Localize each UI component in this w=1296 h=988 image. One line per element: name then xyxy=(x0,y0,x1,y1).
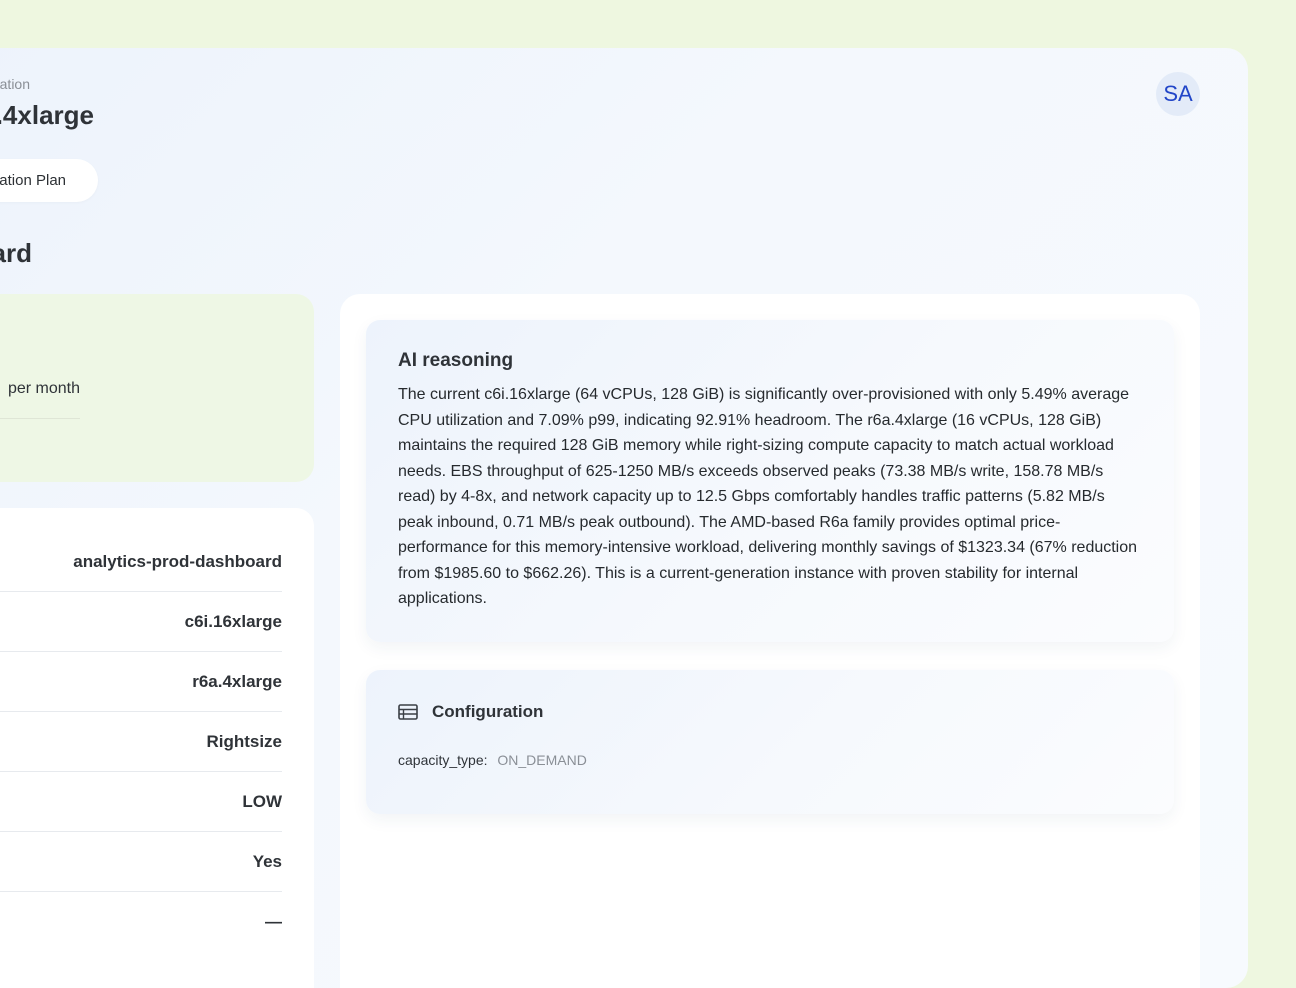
detail-row-current-instance: c6i.16xlarge xyxy=(0,592,282,652)
detail-value: Rightsize xyxy=(206,731,282,751)
detail-value: analytics-prod-dashboard xyxy=(73,551,282,571)
ai-reasoning-title: AI reasoning xyxy=(398,350,514,371)
savings-card: per month xyxy=(0,294,314,482)
detail-row-empty: — xyxy=(0,892,282,952)
detail-value: c6i.16xlarge xyxy=(184,611,282,631)
configuration-row: capacity_type: ON_DEMAND xyxy=(398,752,587,768)
savings-divider xyxy=(0,418,80,419)
configuration-card: Configuration capacity_type: ON_DEMAND xyxy=(366,670,1174,814)
detail-row-recommended-instance: r6a.4xlarge xyxy=(0,652,282,712)
main-window: ation .4xlarge ation Plan SA ard per mon… xyxy=(0,48,1248,988)
configuration-title: Configuration xyxy=(432,702,544,721)
ai-reasoning-card: AI reasoning The current c6i.16xlarge (6… xyxy=(366,320,1174,642)
configuration-header: Configuration xyxy=(398,702,543,722)
detail-value: LOW xyxy=(242,791,282,811)
config-value: ON_DEMAND xyxy=(497,752,587,768)
implementation-plan-button[interactable]: ation Plan xyxy=(0,159,98,202)
right-panel: AI reasoning The current c6i.16xlarge (6… xyxy=(340,294,1200,988)
savings-period-text: per month xyxy=(7,380,80,397)
config-key: capacity_type: xyxy=(398,752,488,768)
breadcrumb[interactable]: ation xyxy=(0,76,30,92)
detail-value: — xyxy=(265,912,282,931)
section-title: ard xyxy=(0,238,32,268)
page-title: .4xlarge xyxy=(0,100,94,130)
detail-row-flag: Yes xyxy=(0,832,282,892)
ai-reasoning-body: The current c6i.16xlarge (64 vCPUs, 128 … xyxy=(398,386,1138,607)
user-avatar[interactable]: SA xyxy=(1156,72,1200,116)
detail-row-action: Rightsize xyxy=(0,712,282,772)
table-list-icon xyxy=(398,704,418,720)
detail-row-risk: LOW xyxy=(0,772,282,832)
detail-value: Yes xyxy=(252,851,282,871)
details-card: analytics-prod-dashboard c6i.16xlarge r6… xyxy=(0,508,314,988)
detail-row-resource-name: analytics-prod-dashboard xyxy=(0,532,282,592)
detail-value: r6a.4xlarge xyxy=(192,671,282,691)
